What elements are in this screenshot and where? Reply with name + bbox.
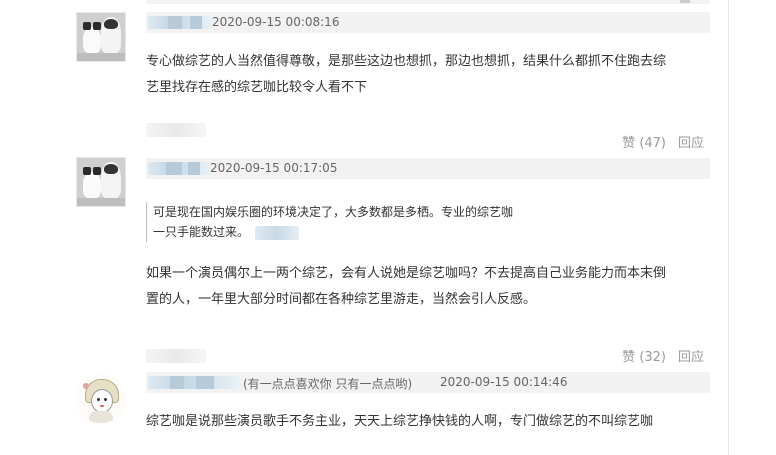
username-link[interactable] [148, 16, 214, 29]
user-nickname: (有一点点喜欢你 只有一点点哟) [243, 377, 413, 391]
like-button[interactable]: 赞 (32) [622, 346, 666, 365]
avatar[interactable] [76, 374, 126, 424]
comment-time: 2020-09-15 00:08:16 [212, 15, 340, 29]
comment-text-line: 如果一个演员偶尔上一两个综艺，会有人说她是综艺咖吗？不去提高自己业务能力而本末倒 [146, 266, 667, 281]
blurred-element [146, 349, 206, 363]
comment-text-line: 艺里找存在感的综艺咖比较令人看不下 [146, 80, 368, 95]
previous-comment-edge [146, 0, 710, 4]
comment-text: 专心做综艺的人当然值得尊敬，是那些这边也想抓，那边也想抓，结果什么都抓不住跑去综… [146, 49, 716, 101]
comment-time: 2020-09-15 00:14:46 [440, 375, 568, 389]
avatar[interactable] [76, 12, 126, 62]
comment-header: 2020-09-15 00:08:16 [146, 12, 710, 33]
quoted-reply: 可是现在国内娱乐圈的环境决定了，大多数都是多栖。专业的综艺咖 一只手能数过来。 [146, 202, 583, 242]
quote-line: 一只手能数过来。 [153, 222, 583, 242]
comment-text-line: 专心做综艺的人当然值得尊敬，是那些这边也想抓，那边也想抓，结果什么都抓不住跑去综 [146, 54, 667, 69]
comment-text: 如果一个演员偶尔上一两个综艺，会有人说她是综艺咖吗？不去提高自己业务能力而本末倒… [146, 261, 716, 313]
previous-comment-mark [680, 0, 690, 3]
column-divider [728, 0, 729, 455]
comment-header: 2020-09-15 00:17:05 [146, 158, 710, 179]
reply-button[interactable]: 回应 [678, 346, 704, 365]
comment-actions: 赞 (32) 回应 [146, 343, 710, 365]
username-link[interactable] [148, 162, 212, 175]
comment-text-line: 置的人，一年里大部分时间都在各种综艺里游走，当然会引人反感。 [146, 292, 537, 307]
avatar[interactable] [76, 157, 126, 207]
quote-line: 可是现在国内娱乐圈的环境决定了，大多数都是多栖。专业的综艺咖 [153, 205, 514, 219]
reply-button[interactable]: 回应 [678, 132, 704, 151]
comment-time: 2020-09-15 00:17:05 [210, 161, 338, 175]
blurred-quote-author [255, 225, 300, 240]
comment-text: 综艺咖是说那些演员歌手不务主业，天天上综艺挣快钱的人啊，专门做综艺的不叫综艺咖 [146, 409, 716, 435]
comment-actions: 赞 (47) 回应 [146, 123, 710, 151]
username-link[interactable] [148, 376, 242, 389]
like-button[interactable]: 赞 (47) [622, 132, 666, 151]
comment-header: (有一点点喜欢你 只有一点点哟) 2020-09-15 00:14:46 [146, 372, 710, 393]
comment-text-line: 综艺咖是说那些演员歌手不务主业，天天上综艺挣快钱的人啊，专门做综艺的不叫综艺咖 [146, 414, 654, 429]
blurred-element [146, 123, 206, 137]
